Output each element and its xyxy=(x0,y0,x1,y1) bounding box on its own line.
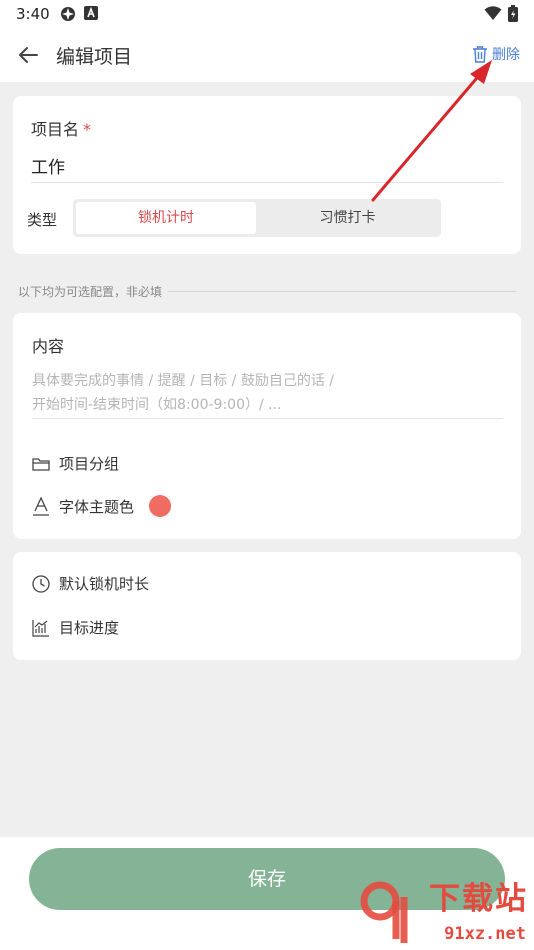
goal-progress-label: 目标进度 xyxy=(59,619,120,637)
status-icons-right xyxy=(484,5,518,22)
status-icons-left xyxy=(60,6,98,22)
type-option-habit-checkin[interactable]: 习惯打卡 xyxy=(257,202,438,234)
font-color-label: 字体主题色 xyxy=(59,497,135,516)
page-title: 编辑项目 xyxy=(56,46,133,68)
app-bar: 编辑项目 删除 xyxy=(0,28,534,82)
battery-icon xyxy=(508,5,518,22)
wifi-icon xyxy=(484,6,502,20)
project-group-row[interactable]: 项目分组 xyxy=(32,453,119,474)
optional-config-hint-text: 以下均为可选配置，非必填 xyxy=(18,284,163,299)
trash-icon xyxy=(473,46,487,63)
project-name-underline xyxy=(31,182,503,183)
project-name-label-text: 项目名 xyxy=(31,120,80,139)
type-segmented-control: 锁机计时 习惯打卡 xyxy=(73,199,441,237)
font-color-swatch[interactable] xyxy=(149,495,172,517)
chart-icon xyxy=(32,619,49,637)
optional-config-hint: 以下均为可选配置，非必填 xyxy=(18,282,516,300)
project-name-input[interactable]: 工作 xyxy=(31,153,65,178)
font-color-row[interactable]: 字体主题色 xyxy=(32,495,172,517)
type-label: 类型 xyxy=(27,211,58,229)
required-mark: * xyxy=(83,120,92,139)
clock-icon xyxy=(32,574,50,593)
lock-duration-label: 默认锁机时长 xyxy=(59,575,150,593)
delete-label: 删除 xyxy=(492,47,520,63)
type-option-lock-timer[interactable]: 锁机计时 xyxy=(76,202,256,234)
notification-a-icon xyxy=(84,6,98,20)
back-arrow-icon[interactable] xyxy=(16,42,42,68)
settings-card: 默认锁机时长 目标进度 xyxy=(13,552,521,660)
save-button[interactable]: 保存 xyxy=(29,848,505,910)
font-a-icon xyxy=(33,496,49,516)
status-time: 3:40 xyxy=(16,5,50,23)
status-bar: 3:40 xyxy=(0,0,534,28)
content-card: 内容 具体要完成的事情 / 提醒 / 目标 / 鼓励自己的话 / 开始时间-结束… xyxy=(13,313,521,539)
basic-info-card: 项目名 * 工作 类型 锁机计时 习惯打卡 xyxy=(13,96,521,254)
content-placeholder-line1: 具体要完成的事情 / 提醒 / 目标 / 鼓励自己的话 / xyxy=(32,373,335,389)
goal-progress-row[interactable]: 目标进度 xyxy=(32,617,119,638)
content-underline xyxy=(32,418,503,419)
bottom-bar: 保存 xyxy=(0,837,534,950)
folder-icon xyxy=(32,457,50,471)
project-name-label: 项目名 * xyxy=(31,116,91,140)
project-group-label: 项目分组 xyxy=(59,455,120,473)
notification-app-icon xyxy=(61,7,75,21)
hint-divider xyxy=(168,290,516,292)
content-label: 内容 xyxy=(32,337,65,356)
content-input[interactable]: 具体要完成的事情 / 提醒 / 目标 / 鼓励自己的话 / 开始时间-结束时间（… xyxy=(32,369,502,417)
delete-button[interactable]: 删除 xyxy=(472,44,520,64)
lock-duration-row[interactable]: 默认锁机时长 xyxy=(32,573,149,594)
content-placeholder-line2: 开始时间-结束时间（如8:00-9:00）/ ... xyxy=(32,397,282,413)
